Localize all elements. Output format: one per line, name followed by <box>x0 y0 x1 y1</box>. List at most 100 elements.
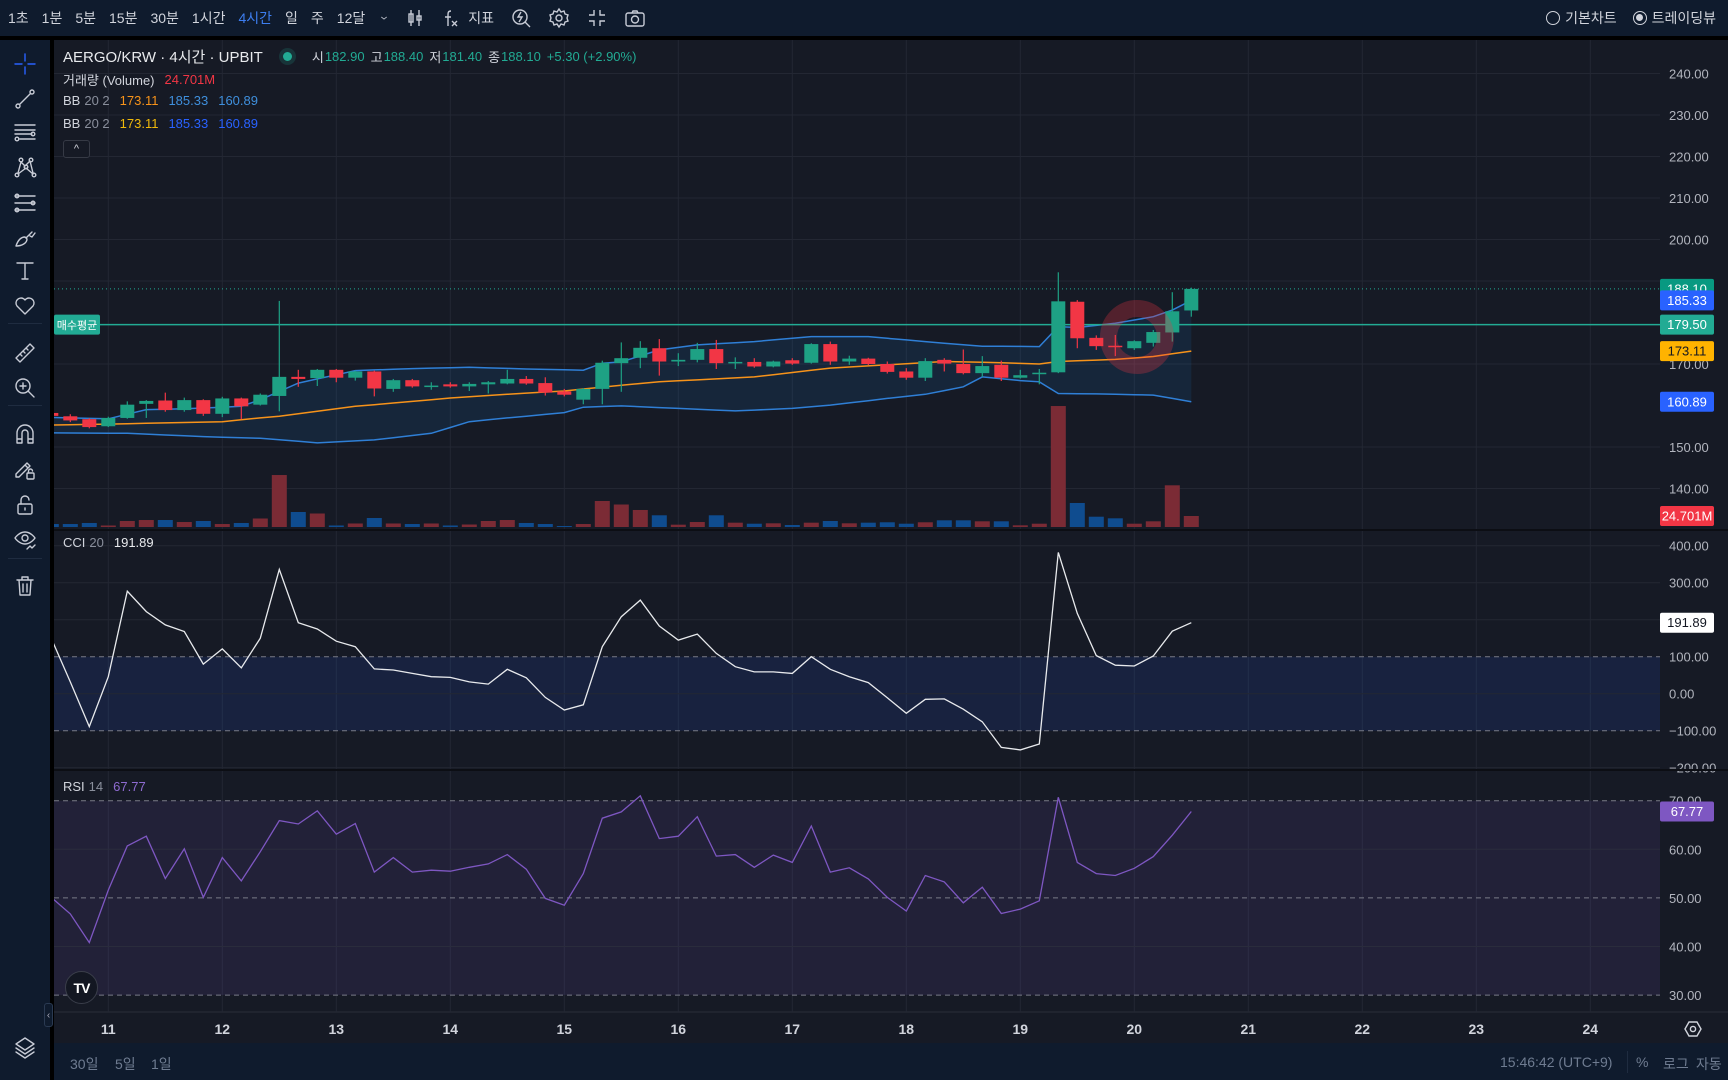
radio-tradingview[interactable]: 트레이딩뷰 <box>1632 8 1716 28</box>
volume-bar <box>1126 523 1142 527</box>
pattern-tool-icon[interactable] <box>13 155 37 179</box>
volume-value: 24.701M <box>164 72 216 87</box>
volume-bar <box>670 524 686 527</box>
time-axis-label: 13 <box>329 1021 345 1037</box>
rsi-tag[interactable]: 67.77 <box>1660 801 1714 822</box>
lock-drawings-icon[interactable] <box>13 457 37 481</box>
magnet-icon[interactable] <box>13 422 37 446</box>
volume-bar <box>708 515 724 527</box>
symbol-title[interactable]: AERGO/KRW · 4시간 · UPBIT <box>63 46 263 67</box>
pane-separator[interactable] <box>54 769 1728 771</box>
candle <box>253 393 268 406</box>
price-tag-text: 179.50 <box>1667 317 1707 332</box>
fullscreen-collapse-icon[interactable] <box>586 7 608 29</box>
candle-body <box>139 400 154 404</box>
candle-body <box>861 358 876 364</box>
interval-day[interactable]: 일 <box>285 8 298 28</box>
candle-body <box>1070 301 1085 339</box>
zoom-in-icon[interactable] <box>13 376 37 400</box>
settings-gear-icon[interactable] <box>548 7 570 29</box>
price-tag[interactable]: 160.89 <box>1660 391 1714 412</box>
radio-label: 트레이딩뷰 <box>1651 10 1716 26</box>
brush-icon[interactable] <box>13 226 37 250</box>
range-30d[interactable]: 30일 <box>70 1054 98 1074</box>
radio-basic-chart[interactable]: 기본차트 <box>1546 8 1617 28</box>
price-tag[interactable]: 179.50 <box>1660 314 1714 335</box>
candle-body <box>500 378 515 384</box>
visibility-eye-icon[interactable] <box>13 528 37 552</box>
candle-body <box>747 361 762 367</box>
log-toggle[interactable]: 로그 <box>1663 1054 1689 1074</box>
volume-label: 거래량 (Volume) <box>63 73 155 88</box>
camera-icon[interactable] <box>624 7 646 29</box>
horizontal-lines-icon[interactable] <box>13 120 37 144</box>
forecast-tool-icon[interactable] <box>13 191 37 215</box>
candle <box>196 399 211 416</box>
trash-icon[interactable] <box>13 574 37 598</box>
radio-label: 기본차트 <box>1565 10 1617 26</box>
interval-week[interactable]: 주 <box>311 8 324 28</box>
interval-5m[interactable]: 5분 <box>75 8 96 28</box>
price-tag[interactable]: 173.11 <box>1660 341 1714 362</box>
bb-legend-2[interactable]: BB 20 2 173.11 185.33 160.89 <box>63 116 258 131</box>
percent-toggle[interactable]: % <box>1636 1054 1648 1070</box>
ruler-icon[interactable] <box>13 341 37 365</box>
alert-search-icon[interactable] <box>510 7 532 29</box>
candle-body <box>196 400 211 414</box>
price-tag[interactable]: 185.33 <box>1660 290 1714 311</box>
candle-type-icon[interactable] <box>404 7 426 29</box>
candle-body <box>82 419 97 428</box>
legend-collapse-button[interactable]: ^ <box>63 140 90 158</box>
interval-15m[interactable]: 15분 <box>109 8 137 28</box>
avg-buy-label[interactable]: 매수평균 <box>54 314 100 335</box>
interval-4h[interactable]: 4시간 <box>238 8 272 28</box>
volume-bar <box>347 523 363 527</box>
layers-icon[interactable] <box>13 1035 37 1059</box>
rsi-axis-label: 50.00 <box>1669 891 1702 906</box>
volume-bar <box>1088 516 1104 527</box>
interval-1m[interactable]: 1분 <box>42 8 63 28</box>
candle-body <box>215 398 230 414</box>
volume-bar <box>385 523 401 527</box>
interval-1h[interactable]: 1시간 <box>192 8 226 28</box>
candle-body <box>728 361 743 364</box>
cci-tag[interactable]: 191.89 <box>1660 612 1714 633</box>
price-pane[interactable] <box>54 40 1728 529</box>
candle <box>766 360 781 368</box>
bb-legend-1[interactable]: BB 20 2 173.11 185.33 160.89 <box>63 93 258 108</box>
price-axis-label: 150.00 <box>1669 440 1709 455</box>
price-axis-label: 230.00 <box>1669 108 1709 123</box>
interval-30m[interactable]: 30분 <box>150 8 178 28</box>
auto-toggle[interactable]: 자동 <box>1696 1054 1722 1074</box>
volume-tag[interactable]: 24.701M <box>1660 506 1714 526</box>
cci-legend[interactable]: CCI 20 191.89 <box>63 535 154 550</box>
change-value: +5.30 (+2.90%) <box>546 49 637 64</box>
volume-bar <box>461 524 477 527</box>
sidebar-collapse-handle[interactable]: ‹ <box>44 1003 53 1027</box>
indicators-button[interactable]: 지표 <box>440 7 494 29</box>
rsi-axis-label: 30.00 <box>1669 988 1702 1003</box>
unlock-icon[interactable] <box>13 493 37 517</box>
volume-legend[interactable]: 거래량 (Volume) 24.701M <box>63 70 215 89</box>
cci-pane[interactable] <box>54 531 1728 769</box>
chart-canvas[interactable]: 11 12 13 14 15 16 17 18 19 20 21 22 23 24 240.00 230.00… <box>0 0 1728 1080</box>
tradingview-logo[interactable]: TV <box>65 971 98 1004</box>
text-tool-icon[interactable] <box>13 259 37 283</box>
interval-12month[interactable]: 12달 <box>337 8 365 28</box>
crosshair-icon[interactable] <box>13 52 37 76</box>
open-label: 시 <box>311 50 324 65</box>
interval-dropdown-chevron-icon[interactable] <box>378 7 390 29</box>
range-1d[interactable]: 1일 <box>151 1054 172 1074</box>
range-5d[interactable]: 5일 <box>115 1054 136 1074</box>
volume-bar <box>556 526 572 527</box>
interval-1s[interactable]: 1초 <box>8 8 29 28</box>
volume-bar <box>1069 502 1085 527</box>
candle-body <box>804 344 819 363</box>
candle-body <box>1032 372 1047 375</box>
heart-icon[interactable] <box>13 294 37 318</box>
trend-line-icon[interactable] <box>13 87 37 111</box>
pane-separator[interactable] <box>54 529 1728 531</box>
rsi-legend[interactable]: RSI 14 67.77 <box>63 779 146 794</box>
clock[interactable]: 15:46:42 (UTC+9) <box>1500 1054 1612 1070</box>
candle-body <box>519 378 534 384</box>
